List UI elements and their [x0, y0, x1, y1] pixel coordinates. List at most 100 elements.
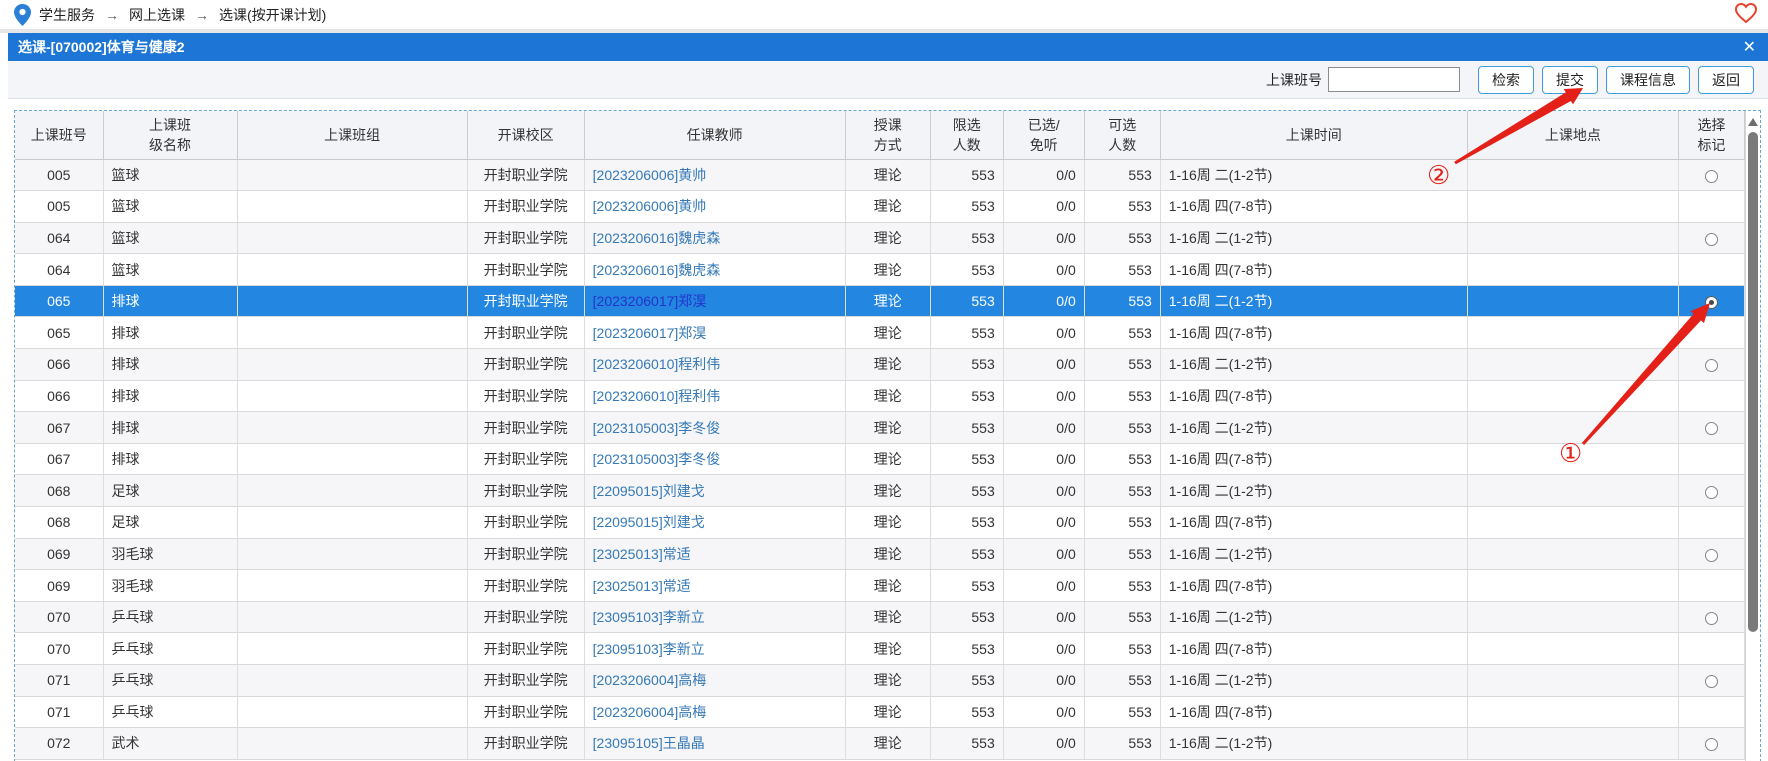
cell-time: 1-16周 二(1-2节): [1160, 475, 1467, 507]
cell-class_name: 足球: [103, 475, 237, 507]
table-row[interactable]: 064篮球开封职业学院[2023206016]魏虎森理论5530/05531-1…: [15, 254, 1745, 286]
teacher-link[interactable]: [23095105]王晶晶: [593, 735, 705, 751]
table-row[interactable]: 072武术开封职业学院[23095105]王晶晶理论5530/05531-16周…: [15, 728, 1745, 760]
select-mark-radio[interactable]: [1705, 296, 1718, 309]
course-info-button[interactable]: 课程信息: [1606, 66, 1690, 94]
table-row[interactable]: 071乒乓球开封职业学院[2023206004]高梅理论5530/05531-1…: [15, 696, 1745, 728]
teacher-link[interactable]: [23025013]常适: [593, 546, 691, 562]
cell-time: 1-16周 二(1-2节): [1160, 412, 1467, 444]
col-header-available: 可选 人数: [1084, 111, 1160, 159]
teacher-link[interactable]: [2023206016]魏虎森: [593, 262, 721, 278]
vertical-scrollbar[interactable]: [1745, 111, 1760, 761]
cell-mark: [1678, 285, 1744, 317]
cell-class_name: 排球: [103, 285, 237, 317]
teacher-link[interactable]: [23095103]李新立: [593, 641, 705, 657]
table-row[interactable]: 065排球开封职业学院[2023206017]郑淏理论5530/05531-16…: [15, 317, 1745, 349]
teacher-link[interactable]: [23095103]李新立: [593, 609, 705, 625]
teacher-link[interactable]: [2023206006]黄帅: [593, 198, 707, 214]
teacher-link[interactable]: [2023206017]郑淏: [593, 293, 707, 309]
select-mark-radio[interactable]: [1705, 612, 1718, 625]
col-header-location: 上课地点: [1467, 111, 1678, 159]
cell-chosen: 0/0: [1003, 254, 1084, 286]
table-row[interactable]: 069羽毛球开封职业学院[23025013]常适理论5530/05531-16周…: [15, 538, 1745, 570]
cell-class_name: 排球: [103, 349, 237, 381]
cell-chosen: 0/0: [1003, 507, 1084, 539]
cell-class_no: 070: [15, 601, 103, 633]
cell-teacher: [23025013]常适: [584, 538, 845, 570]
select-mark-radio[interactable]: [1705, 675, 1718, 688]
teacher-link[interactable]: [2023206017]郑淏: [593, 325, 707, 341]
table-row[interactable]: 065排球开封职业学院[2023206017]郑淏理论5530/05531-16…: [15, 285, 1745, 317]
cell-class_group: [237, 191, 467, 223]
teacher-link[interactable]: [2023105003]李冬俊: [593, 420, 721, 436]
select-mark-radio[interactable]: [1705, 359, 1718, 372]
cell-campus: 开封职业学院: [467, 254, 584, 286]
cell-mode: 理论: [845, 633, 930, 665]
select-mark-radio[interactable]: [1705, 549, 1718, 562]
cell-location: [1467, 728, 1678, 760]
teacher-link[interactable]: [2023206004]高梅: [593, 704, 707, 720]
cell-chosen: 0/0: [1003, 633, 1084, 665]
cell-time: 1-16周 四(7-8节): [1160, 507, 1467, 539]
cell-time: 1-16周 二(1-2节): [1160, 538, 1467, 570]
table-row[interactable]: 069羽毛球开封职业学院[23025013]常适理论5530/05531-16周…: [15, 570, 1745, 602]
teacher-link[interactable]: [2023206010]程利伟: [593, 388, 721, 404]
cell-chosen: 0/0: [1003, 475, 1084, 507]
table-row[interactable]: 066排球开封职业学院[2023206010]程利伟理论5530/05531-1…: [15, 349, 1745, 381]
scrollbar-thumb[interactable]: [1748, 132, 1758, 632]
heart-icon[interactable]: [1734, 2, 1758, 24]
select-mark-radio[interactable]: [1705, 738, 1718, 751]
cell-limit: 553: [930, 380, 1003, 412]
teacher-link[interactable]: [2023206004]高梅: [593, 672, 707, 688]
table-row[interactable]: 070乒乓球开封职业学院[23095103]李新立理论5530/05531-16…: [15, 633, 1745, 665]
breadcrumb-item-selection-by-plan[interactable]: 选课(按开课计划): [219, 5, 326, 25]
teacher-link[interactable]: [23025013]常适: [593, 578, 691, 594]
table-row[interactable]: 067排球开封职业学院[2023105003]李冬俊理论5530/05531-1…: [15, 412, 1745, 444]
submit-button[interactable]: 提交: [1542, 66, 1598, 94]
teacher-link[interactable]: [22095015]刘建戈: [593, 514, 705, 530]
scroll-up-icon[interactable]: [1748, 118, 1758, 126]
select-mark-radio[interactable]: [1705, 422, 1718, 435]
cell-teacher: [2023206016]魏虎森: [584, 222, 845, 254]
select-mark-radio[interactable]: [1705, 486, 1718, 499]
table-row[interactable]: 071乒乓球开封职业学院[2023206004]高梅理论5530/05531-1…: [15, 665, 1745, 697]
teacher-link[interactable]: [2023206006]黄帅: [593, 167, 707, 183]
cell-campus: 开封职业学院: [467, 159, 584, 191]
col-header-mode: 授课 方式: [845, 111, 930, 159]
cell-mode: 理论: [845, 159, 930, 191]
teacher-link[interactable]: [22095015]刘建戈: [593, 483, 705, 499]
back-button[interactable]: 返回: [1698, 66, 1754, 94]
cell-class_group: [237, 380, 467, 412]
cell-location: [1467, 191, 1678, 223]
teacher-link[interactable]: [2023206016]魏虎森: [593, 230, 721, 246]
select-mark-radio[interactable]: [1705, 170, 1718, 183]
breadcrumb-item-student-services[interactable]: 学生服务: [39, 5, 95, 25]
cell-location: [1467, 159, 1678, 191]
table-row[interactable]: 068足球开封职业学院[22095015]刘建戈理论5530/05531-16周…: [15, 475, 1745, 507]
cell-class_no: 064: [15, 254, 103, 286]
cell-chosen: 0/0: [1003, 538, 1084, 570]
table-row[interactable]: 005篮球开封职业学院[2023206006]黄帅理论5530/05531-16…: [15, 191, 1745, 223]
table-row[interactable]: 066排球开封职业学院[2023206010]程利伟理论5530/05531-1…: [15, 380, 1745, 412]
teacher-link[interactable]: [2023105003]李冬俊: [593, 451, 721, 467]
cell-mark: [1678, 601, 1744, 633]
cell-teacher: [23095105]王晶晶: [584, 728, 845, 760]
class-number-input[interactable]: [1328, 67, 1460, 92]
cell-available: 553: [1084, 601, 1160, 633]
cell-class_name: 武术: [103, 728, 237, 760]
cell-time: 1-16周 四(7-8节): [1160, 443, 1467, 475]
table-row[interactable]: 064篮球开封职业学院[2023206016]魏虎森理论5530/05531-1…: [15, 222, 1745, 254]
cell-limit: 553: [930, 191, 1003, 223]
cell-time: 1-16周 二(1-2节): [1160, 159, 1467, 191]
col-header-teacher: 任课教师: [584, 111, 845, 159]
breadcrumb-item-online-selection[interactable]: 网上选课: [129, 5, 185, 25]
table-row[interactable]: 068足球开封职业学院[22095015]刘建戈理论5530/05531-16周…: [15, 507, 1745, 539]
close-icon[interactable]: ✕: [1743, 33, 1756, 61]
table-row[interactable]: 005篮球开封职业学院[2023206006]黄帅理论5530/05531-16…: [15, 159, 1745, 191]
table-row[interactable]: 067排球开封职业学院[2023105003]李冬俊理论5530/05531-1…: [15, 443, 1745, 475]
table-row[interactable]: 070乒乓球开封职业学院[23095103]李新立理论5530/05531-16…: [15, 601, 1745, 633]
select-mark-radio[interactable]: [1705, 233, 1718, 246]
cell-mark: [1678, 159, 1744, 191]
search-button[interactable]: 检索: [1478, 66, 1534, 94]
teacher-link[interactable]: [2023206010]程利伟: [593, 356, 721, 372]
